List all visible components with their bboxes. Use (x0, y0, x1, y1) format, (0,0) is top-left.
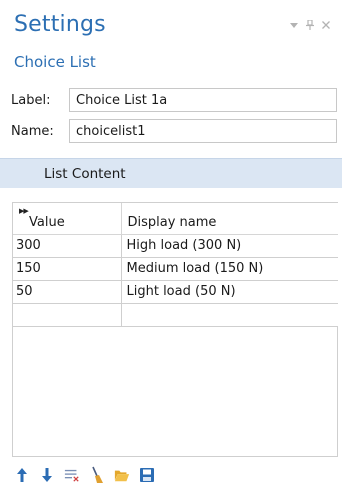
pin-icon[interactable] (306, 19, 314, 33)
table-row-empty[interactable] (13, 302, 338, 327)
brush-icon (92, 466, 103, 483)
display-name-cell[interactable]: High load (300 N) (120, 233, 338, 258)
move-down-button[interactable] (39, 466, 55, 484)
column-header-display-name[interactable]: Display name (120, 203, 338, 235)
window-controls (290, 19, 330, 33)
name-field[interactable] (69, 119, 337, 143)
list-content-section-header[interactable]: List Content (0, 158, 342, 188)
label-field[interactable] (69, 88, 337, 112)
open-folder-icon (114, 470, 130, 481)
list-content-table: ▶▶ Value Display name 300 High load (300… (13, 203, 338, 327)
value-cell[interactable] (13, 302, 122, 327)
display-name-cell[interactable]: Medium load (150 N) (120, 256, 338, 281)
save-button[interactable] (139, 466, 155, 484)
list-toolbar (14, 466, 155, 484)
row-selector-icon: ▶▶ (19, 207, 29, 215)
save-icon (140, 468, 154, 482)
dropdown-icon[interactable] (290, 22, 298, 32)
clear-table-button[interactable] (64, 466, 80, 484)
move-up-button[interactable] (14, 466, 30, 484)
table-row[interactable]: 150 Medium load (150 N) (13, 256, 338, 281)
clear-list-icon (64, 469, 79, 482)
open-file-button[interactable] (114, 466, 130, 484)
display-name-cell[interactable]: Light load (50 N) (120, 279, 338, 304)
brush-button[interactable] (89, 466, 105, 484)
panel-subtitle: Choice List (14, 53, 96, 71)
display-name-cell[interactable] (120, 302, 338, 327)
table-row[interactable]: 50 Light load (50 N) (13, 279, 338, 304)
section-title: List Content (44, 166, 126, 182)
panel-title: Settings (14, 12, 106, 37)
table-header-row: ▶▶ Value Display name (13, 203, 338, 235)
close-icon[interactable] (322, 21, 330, 32)
table-row[interactable]: 300 High load (300 N) (13, 233, 338, 258)
list-content-table-container: ▶▶ Value Display name 300 High load (300… (12, 202, 338, 457)
arrow-up-icon (17, 468, 27, 482)
value-cell[interactable]: 300 (13, 233, 122, 258)
column-header-value[interactable]: ▶▶ Value (13, 203, 122, 235)
value-cell[interactable]: 150 (13, 256, 122, 281)
arrow-down-icon (42, 468, 52, 482)
label-caption: Label: (11, 93, 51, 108)
name-caption: Name: (11, 124, 54, 139)
value-cell[interactable]: 50 (13, 279, 122, 304)
